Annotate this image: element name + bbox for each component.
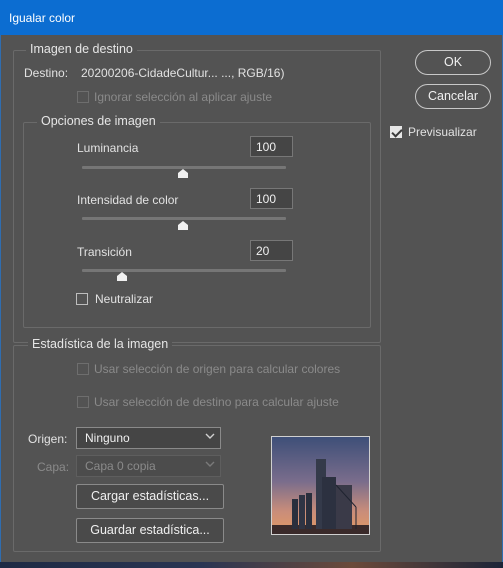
use-source-selection-label: Usar selección de origen para calcular c…	[94, 362, 341, 376]
ignore-selection-checkbox[interactable]	[77, 91, 89, 103]
source-dropdown[interactable]: Ninguno	[76, 427, 221, 449]
fade-input[interactable]: 20	[250, 240, 293, 261]
layer-label: Capa:	[37, 460, 70, 474]
destination-value: 20200206-CidadeCultur... ..., RGB/16)	[81, 66, 285, 80]
fade-slider-track[interactable]	[82, 269, 286, 272]
destination-label: Destino:	[24, 66, 69, 80]
layer-dropdown-value: Capa 0 copia	[85, 459, 156, 473]
ignore-selection-label: Ignorar selección al aplicar ajuste	[94, 90, 273, 104]
image-stats-legend: Estadística de la imagen	[28, 337, 173, 351]
use-target-selection-checkbox[interactable]	[77, 396, 89, 408]
color-intensity-label: Intensidad de color	[77, 193, 179, 207]
match-color-dialog: Imagen de destino Destino: 20200206-Cida…	[0, 35, 503, 562]
color-intensity-slider-track[interactable]	[82, 217, 286, 220]
background-strip	[0, 562, 503, 568]
chevron-down-icon	[205, 461, 215, 467]
preview-label: Previsualizar	[408, 125, 477, 139]
source-label: Origen:	[28, 432, 68, 446]
preview-checkbox[interactable]	[390, 126, 402, 138]
layer-dropdown[interactable]: Capa 0 copia	[76, 455, 221, 477]
cancel-button[interactable]: Cancelar	[415, 84, 491, 109]
neutralize-label: Neutralizar	[95, 292, 154, 306]
source-preview-thumbnail	[271, 436, 370, 535]
title-bar: Igualar color	[0, 0, 503, 35]
save-statistics-button[interactable]: Guardar estadística...	[76, 518, 224, 543]
image-options-legend: Opciones de imagen	[37, 114, 160, 128]
luminance-slider-track[interactable]	[82, 166, 286, 169]
load-statistics-button[interactable]: Cargar estadísticas...	[76, 484, 224, 509]
color-intensity-input[interactable]: 100	[250, 188, 293, 209]
luminance-label: Luminancia	[77, 141, 139, 155]
use-target-selection-label: Usar selección de destino para calcular …	[94, 395, 339, 409]
ok-button[interactable]: OK	[415, 50, 491, 75]
chevron-down-icon	[205, 433, 215, 439]
neutralize-checkbox[interactable]	[76, 293, 88, 305]
fade-label: Transición	[77, 245, 132, 259]
window-title: Igualar color	[9, 11, 76, 25]
preview-image	[272, 437, 369, 534]
use-source-selection-checkbox[interactable]	[77, 363, 89, 375]
source-dropdown-value: Ninguno	[85, 431, 130, 445]
target-image-legend: Imagen de destino	[26, 42, 137, 56]
luminance-input[interactable]: 100	[250, 136, 293, 157]
